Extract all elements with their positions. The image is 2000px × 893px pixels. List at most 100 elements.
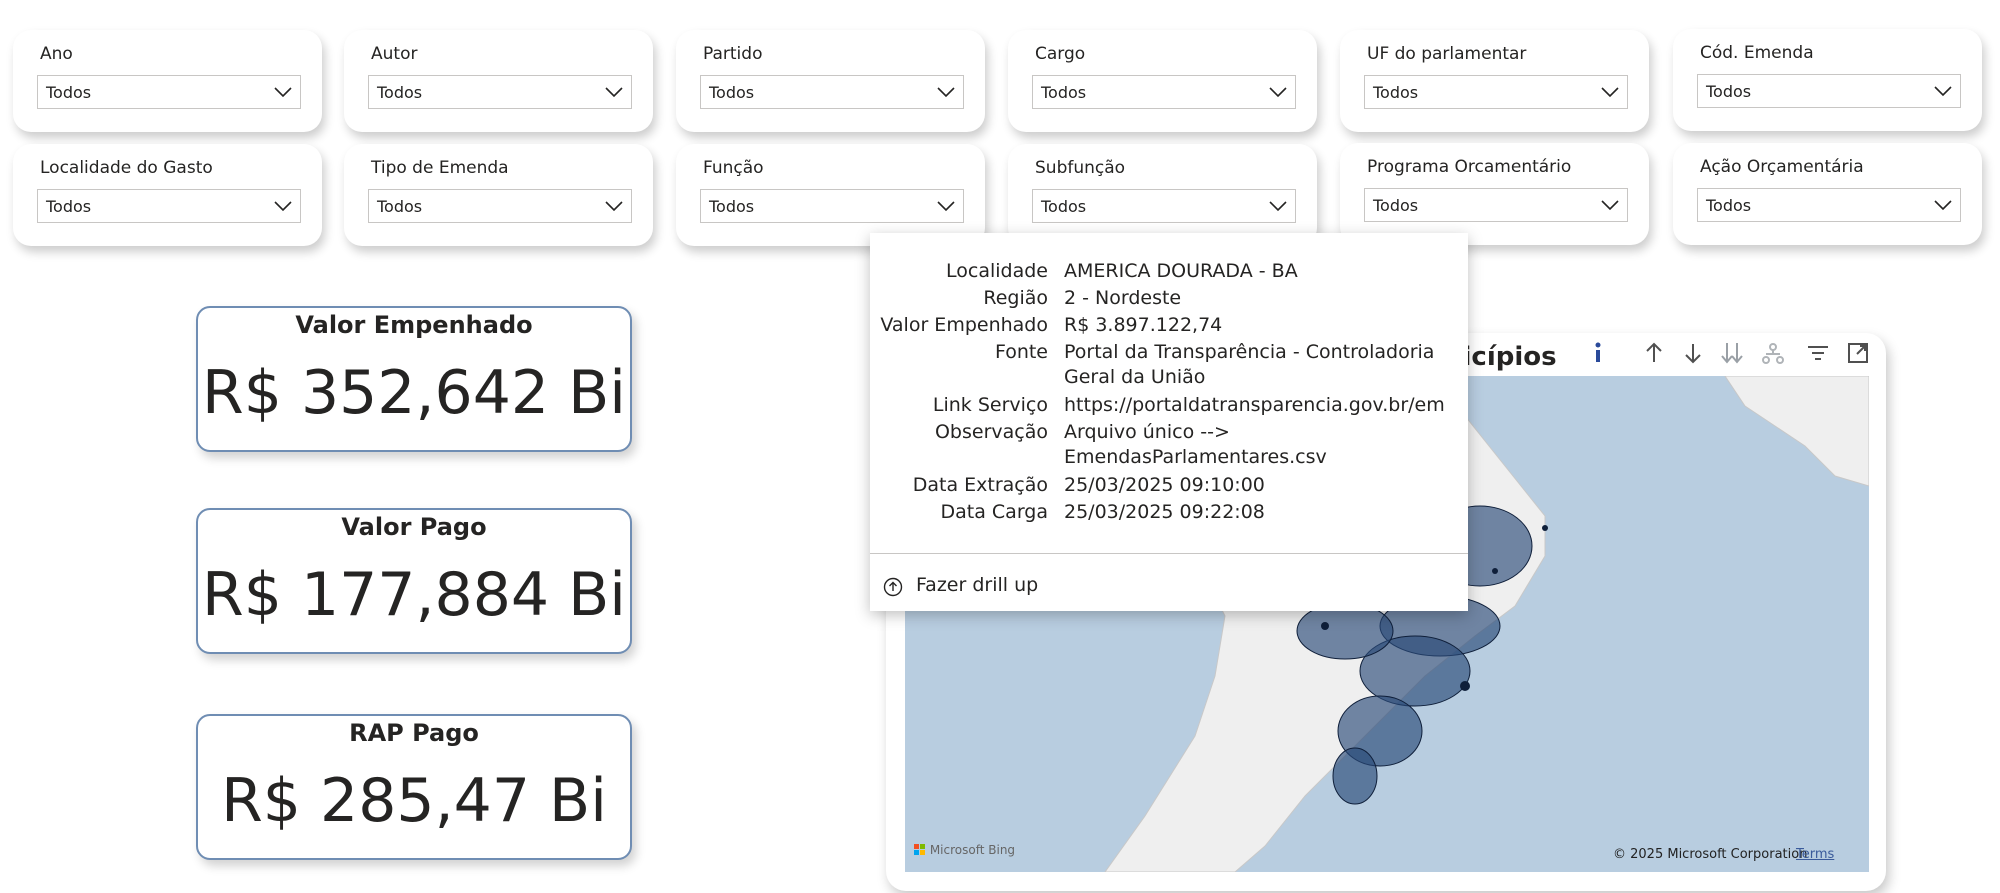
dropdown-value: Todos [377,197,423,216]
slicer-subfuncao: Subfunção Todos [1008,144,1317,246]
chevron-down-icon [937,87,955,98]
tooltip-key: Valor Empenhado [880,314,1048,336]
tooltip-key: Data Extração [912,474,1048,496]
slicer-label: Subfunção [1035,158,1126,178]
slicer-acao: Ação Orçamentária Todos [1673,143,1982,245]
slicer-autor: Autor Todos [344,30,653,132]
slicer-cargo: Cargo Todos [1008,30,1317,132]
card-value: R$ 285,47 Bi [221,766,607,836]
kpi-card-valor-empenhado: Valor Empenhado R$ 352,642 Bi [196,306,632,452]
slicer-localidade: Localidade do Gasto Todos [13,144,322,246]
drill-up-label: Fazer drill up [916,574,1039,596]
expand-next-level-icon[interactable] [1719,340,1745,366]
drill-up-circle-icon [883,577,903,597]
tooltip-divider [870,553,1468,554]
slicer-label: Tipo de Emenda [371,158,509,178]
bing-label: Microsoft Bing [929,843,1016,857]
chevron-down-icon [1934,200,1952,211]
acao-dropdown[interactable]: Todos [1697,188,1961,222]
tooltip-key: Data Carga [940,501,1049,523]
card-title: RAP Pago [349,719,479,747]
tooltip-key: Localidade [946,260,1048,282]
subfuncao-dropdown[interactable]: Todos [1032,189,1296,223]
tooltip-key: Observação [934,421,1048,443]
dropdown-value: Todos [377,83,423,102]
slicer-label: Ação Orçamentária [1700,157,1864,177]
slicer-label: Cód. Emenda [1700,43,1814,63]
tooltip-key: Link Serviço [932,394,1048,416]
dropdown-value: Todos [1373,196,1419,215]
dropdown-value: Todos [1041,197,1087,216]
chevron-down-icon [1269,201,1287,212]
tooltip-value: 25/03/2025 09:10:00 [1064,474,1265,496]
card-title: Valor Empenhado [295,311,533,339]
dropdown-value: Todos [1706,196,1752,215]
info-icon[interactable] [1585,340,1611,366]
dropdown-value: Todos [709,197,755,216]
slicer-label: Autor [371,44,418,64]
slicer-label: Ano [40,44,73,64]
slicer-label: Partido [703,44,763,64]
uf-dropdown[interactable]: Todos [1364,75,1628,109]
dropdown-value: Todos [46,197,92,216]
slicer-programa: Programa Orcamentário Todos [1340,143,1649,245]
card-value: R$ 352,642 Bi [202,358,626,428]
drill-down-icon[interactable] [1680,340,1706,366]
drill-up-icon[interactable] [1641,340,1667,366]
dropdown-value: Todos [709,83,755,102]
focus-mode-icon[interactable] [1845,340,1871,366]
terms-link[interactable]: Terms [1796,847,1834,862]
card-value: R$ 177,884 Bi [202,560,626,630]
slicer-label: Localidade do Gasto [40,158,213,178]
slicer-uf-parlamentar: UF do parlamentar Todos [1340,30,1649,132]
dropdown-value: Todos [46,83,92,102]
slicer-cod-emenda: Cód. Emenda Todos [1673,29,1982,131]
tooltip-value: Arquivo único --> EmendasParlamentares.c… [1064,421,1327,468]
slicer-tipo-emenda: Tipo de Emenda Todos [344,144,653,246]
tooltip-value: R$ 3.897.122,74 [1064,314,1223,336]
ano-dropdown[interactable]: Todos [37,75,301,109]
slicer-label: Programa Orcamentário [1367,157,1572,177]
chevron-down-icon [274,87,292,98]
tipo-emenda-dropdown[interactable]: Todos [368,189,632,223]
slicer-label: Função [703,158,764,178]
dropdown-value: Todos [1373,83,1419,102]
partido-dropdown[interactable]: Todos [700,75,964,109]
kpi-card-valor-pago: Valor Pago R$ 177,884 Bi [196,508,632,654]
dropdown-value: Todos [1041,83,1087,102]
hierarchy-icon[interactable] [1760,340,1786,366]
localidade-dropdown[interactable]: Todos [37,189,301,223]
chevron-down-icon [1934,86,1952,97]
microsoft-logo-icon [914,844,925,855]
chevron-down-icon [274,201,292,212]
tooltip-value: AMERICA DOURADA - BA [1064,260,1298,282]
kpi-card-rap-pago: RAP Pago R$ 285,47 Bi [196,714,632,860]
dropdown-value: Todos [1706,82,1752,101]
tooltip-key: Região [983,287,1048,309]
bing-logo: Microsoft Bing [914,843,1015,857]
chevron-down-icon [1269,87,1287,98]
cargo-dropdown[interactable]: Todos [1032,75,1296,109]
programa-dropdown[interactable]: Todos [1364,188,1628,222]
map-tooltip: Localidade AMERICA DOURADA - BA Região 2… [870,233,1468,611]
chevron-down-icon [1601,87,1619,98]
card-title: Valor Pago [341,513,487,541]
tooltip-value: 25/03/2025 09:22:08 [1064,501,1265,523]
tooltip-key: Fonte [994,341,1048,363]
map-copyright: © 2025 Microsoft Corporation [1613,847,1808,862]
slicer-partido: Partido Todos [676,30,985,132]
tooltip-value: Portal da Transparência - Controladoria … [1064,341,1435,388]
slicer-funcao: Função Todos [676,144,985,246]
tooltip-value: https://portaldatransparencia.gov.br/eme… [1064,394,1444,416]
chevron-down-icon [605,87,623,98]
funcao-dropdown[interactable]: Todos [700,189,964,223]
slicer-label: UF do parlamentar [1367,44,1527,64]
cod-emenda-dropdown[interactable]: Todos [1697,74,1961,108]
chevron-down-icon [605,201,623,212]
chevron-down-icon [1601,200,1619,211]
autor-dropdown[interactable]: Todos [368,75,632,109]
slicer-label: Cargo [1035,44,1086,64]
tooltip-value: 2 - Nordeste [1064,287,1182,309]
filter-icon[interactable] [1805,340,1831,366]
chevron-down-icon [937,201,955,212]
